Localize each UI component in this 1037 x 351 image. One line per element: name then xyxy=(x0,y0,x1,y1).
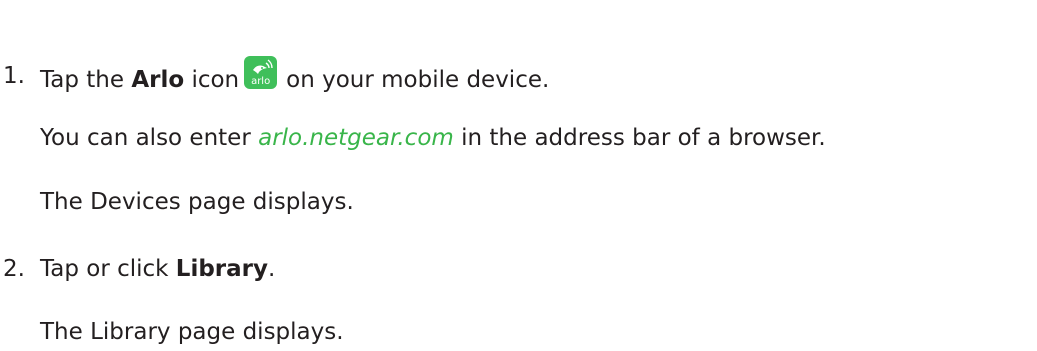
step-1-text-after: on your mobile device. xyxy=(286,67,550,93)
step-1-detail-1: You can also enter arlo.netgear.com in t… xyxy=(40,124,826,152)
arlo-website-link[interactable]: arlo.netgear.com xyxy=(258,125,454,151)
step-2-library-label: Library xyxy=(175,256,268,282)
step-1-detail-2: The Devices page displays. xyxy=(40,189,354,215)
step-1-instruction: Tap the Arlo icon arlo on your mobile de… xyxy=(40,56,549,94)
step-1-app-name: Arlo xyxy=(131,67,185,93)
step-2-text-before: Tap or click xyxy=(40,256,176,282)
step-2-number: 2. xyxy=(3,256,25,282)
step-1-text-middle: icon xyxy=(184,67,240,93)
step-2-detail-1: The Library page displays. xyxy=(40,319,344,345)
step-1-detail-1-after: in the address bar of a browser. xyxy=(453,125,826,151)
step-1-number: 1. xyxy=(3,63,25,89)
arlo-icon-wordmark: arlo xyxy=(251,76,271,87)
step-1-text-before: Tap the xyxy=(40,67,132,93)
step-2-instruction: Tap or click Library. xyxy=(40,255,275,283)
step-2-text-after: . xyxy=(268,256,276,282)
arlo-app-icon: arlo xyxy=(244,56,278,89)
step-1-detail-1-before: You can also enter xyxy=(40,125,259,151)
